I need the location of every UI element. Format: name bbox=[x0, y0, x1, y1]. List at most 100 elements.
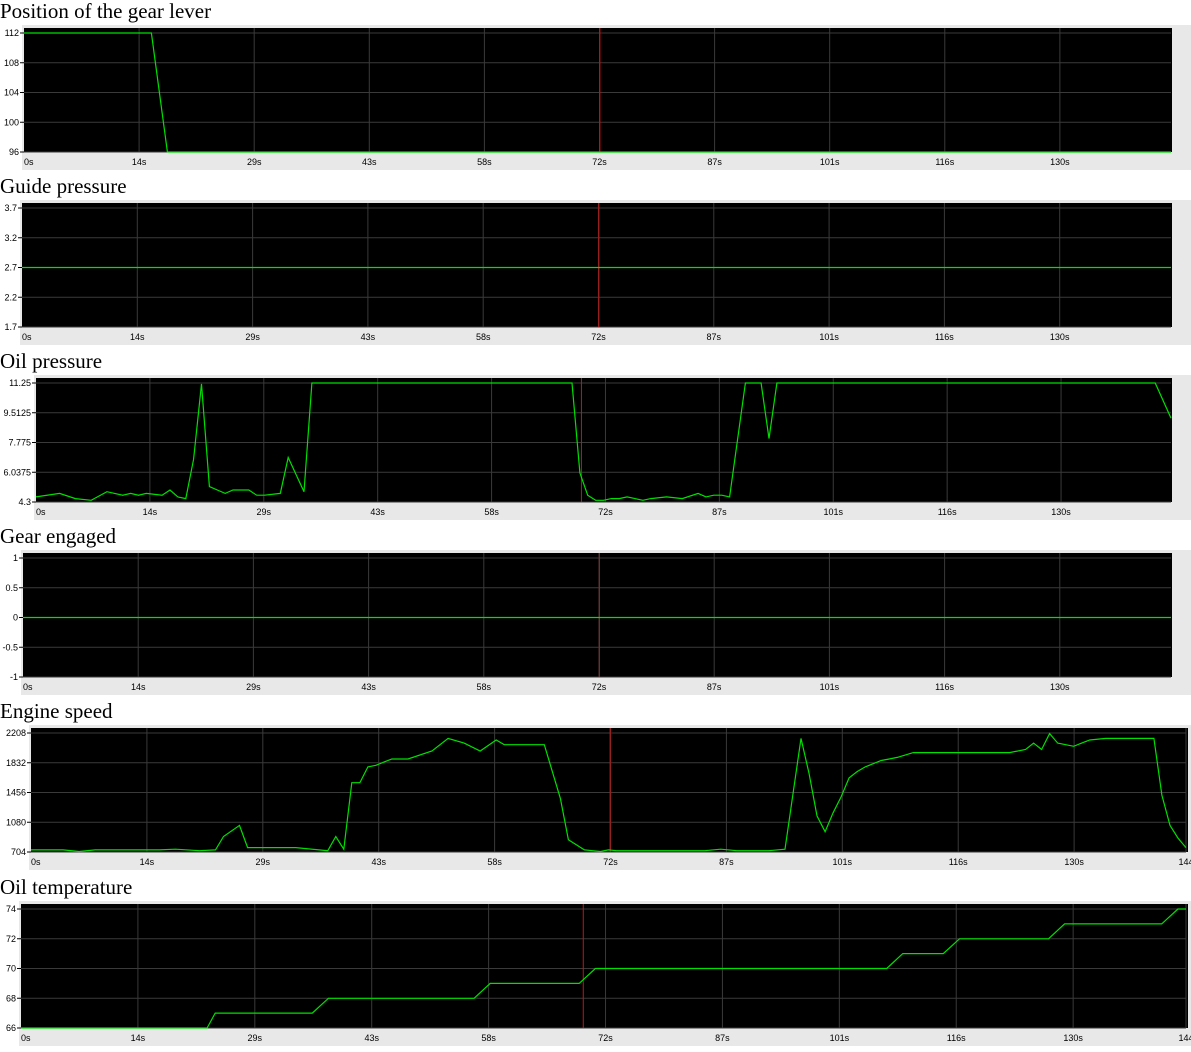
x-tick-label: 116s bbox=[947, 1033, 966, 1043]
x-tick-label: 72s bbox=[592, 157, 607, 167]
chart-title: Gear engaged bbox=[0, 524, 117, 548]
chart-plot: 2208 1832 1456 1080 704 0s 14s 29s 43s 58s 72s 87s 1… bbox=[6, 725, 1191, 870]
x-tick-label: 116s bbox=[935, 157, 954, 167]
x-tick-label: 72s bbox=[598, 1033, 613, 1043]
x-tick-label: 101s bbox=[823, 507, 843, 517]
x-tick-label: 130s bbox=[1050, 682, 1070, 692]
x-tick-label: 116s bbox=[935, 682, 954, 692]
chart-plot: 112 108 104 100 96 0s 14s 29s 43s 58s 72s 87s 101s 11… bbox=[4, 25, 1191, 170]
y-tick-label: 1.7 bbox=[4, 322, 17, 332]
y-tick-label: 1 bbox=[13, 553, 18, 563]
chart-title: Guide pressure bbox=[0, 174, 127, 198]
x-tick-label: 0s bbox=[21, 1033, 31, 1043]
y-tick-label: 74 bbox=[6, 904, 16, 914]
x-tick-label: 29s bbox=[257, 507, 272, 517]
y-tick-label: 96 bbox=[9, 147, 19, 157]
chart-title: Engine speed bbox=[0, 699, 113, 723]
x-tick-label: 58s bbox=[481, 1033, 496, 1043]
chart-panel-oil-pressure: Oil pressure 11.25 9.5125 7.775 6.0375 4.3 0s… bbox=[0, 350, 1191, 525]
x-tick-label: 14s bbox=[140, 857, 155, 867]
x-tick-label: 29s bbox=[245, 332, 260, 342]
x-tick-label: 14s bbox=[132, 157, 147, 167]
chart-panel-gear-lever: Position of the gear lever 112 108 104 100 9… bbox=[0, 0, 1191, 175]
x-tick-label: 29s bbox=[246, 682, 261, 692]
y-tick-label: 108 bbox=[4, 58, 19, 68]
y-tick-label: 4.3 bbox=[18, 497, 31, 507]
x-tick-label: 14s bbox=[131, 1033, 146, 1043]
x-tick-label: 14s bbox=[143, 507, 158, 517]
y-tick-label: 66 bbox=[6, 1023, 16, 1033]
x-tick-label: 0s bbox=[31, 857, 41, 867]
x-tick-label: 144 bbox=[1178, 857, 1191, 867]
x-tick-label: 87s bbox=[707, 682, 722, 692]
x-tick-label: 87s bbox=[712, 507, 727, 517]
x-tick-label: 116s bbox=[949, 857, 968, 867]
x-tick-label: 116s bbox=[938, 507, 957, 517]
x-tick-label: 101s bbox=[833, 857, 853, 867]
x-tick-label: 58s bbox=[484, 507, 499, 517]
chart-plot: 11.25 9.5125 7.775 6.0375 4.3 0s 14s 29s 43s 58s 7… bbox=[3, 375, 1191, 520]
y-tick-label: 100 bbox=[4, 117, 19, 127]
x-tick-label: 130s bbox=[1063, 1033, 1083, 1043]
y-tick-label: 704 bbox=[11, 847, 26, 857]
y-tick-label: -0.5 bbox=[2, 642, 18, 652]
x-tick-label: 58s bbox=[477, 157, 492, 167]
y-tick-label: 70 bbox=[6, 964, 16, 974]
y-tick-label: 2208 bbox=[6, 728, 26, 738]
x-tick-label: 58s bbox=[476, 332, 491, 342]
x-tick-label: 72s bbox=[598, 507, 613, 517]
x-tick-label: 29s bbox=[248, 1033, 263, 1043]
chart-plot: 3.7 3.2 2.7 2.2 1.7 0s 14s 29s 43s 58s 72s 87s 101s 1… bbox=[4, 200, 1191, 345]
chart-panel-gear-engaged: Gear engaged 1 0.5 0 -0.5 -1 0s 14s 29s 43s 58s 72… bbox=[0, 525, 1191, 700]
x-tick-label: 58s bbox=[487, 857, 502, 867]
x-tick-label: 130s bbox=[1051, 507, 1071, 517]
plot-background bbox=[23, 553, 1172, 677]
x-tick-label: 116s bbox=[935, 332, 954, 342]
x-tick-label: 0s bbox=[36, 507, 46, 517]
x-tick-label: 87s bbox=[707, 332, 722, 342]
y-tick-label: 2.7 bbox=[4, 263, 17, 273]
y-tick-label: 1080 bbox=[6, 817, 26, 827]
x-tick-label: 72s bbox=[603, 857, 618, 867]
x-tick-label: 130s bbox=[1064, 857, 1084, 867]
x-tick-label: 130s bbox=[1050, 157, 1070, 167]
x-tick-label: 58s bbox=[477, 682, 492, 692]
y-tick-label: 2.2 bbox=[4, 292, 17, 302]
x-tick-label: 0s bbox=[23, 682, 33, 692]
x-tick-label: 43s bbox=[370, 507, 385, 517]
x-tick-label: 101s bbox=[830, 1033, 850, 1043]
plot-background bbox=[24, 28, 1172, 152]
y-tick-label: 3.7 bbox=[4, 203, 17, 213]
y-tick-label: 7.775 bbox=[8, 438, 31, 448]
plot-background bbox=[21, 904, 1188, 1028]
y-tick-label: 9.5125 bbox=[3, 408, 31, 418]
plot-background bbox=[22, 203, 1172, 327]
x-tick-label: 14s bbox=[131, 682, 146, 692]
y-tick-label: 112 bbox=[5, 28, 19, 38]
chart-title: Oil pressure bbox=[0, 349, 103, 373]
chart-plot: 1 0.5 0 -0.5 -1 0s 14s 29s 43s 58s 72s 87s 101s 116s 1… bbox=[2, 550, 1191, 695]
x-tick-label: 0s bbox=[22, 332, 32, 342]
y-tick-label: 104 bbox=[4, 88, 19, 98]
plot-background bbox=[31, 728, 1188, 852]
chart-panel-guide-pressure: Guide pressure 3.7 3.2 2.7 2.2 1.7 0s 14s 29s 43… bbox=[0, 175, 1191, 350]
y-tick-label: 72 bbox=[6, 934, 16, 944]
x-tick-label: 130s bbox=[1050, 332, 1070, 342]
y-tick-label: 1832 bbox=[6, 758, 26, 768]
y-tick-label: 3.2 bbox=[4, 233, 17, 243]
y-tick-label: -1 bbox=[10, 672, 18, 682]
x-tick-label: 14s bbox=[130, 332, 145, 342]
y-tick-label: 11.25 bbox=[9, 378, 31, 388]
x-tick-label: 101s bbox=[819, 332, 839, 342]
x-tick-label: 29s bbox=[247, 157, 262, 167]
y-tick-label: 0 bbox=[13, 613, 18, 623]
y-tick-label: 6.0375 bbox=[3, 467, 31, 477]
x-tick-label: 43s bbox=[371, 857, 386, 867]
chart-panel-engine-speed: Engine speed 2208 1832 1456 1080 704 0s 14s 29s… bbox=[0, 700, 1191, 875]
x-tick-label: 87s bbox=[715, 1033, 730, 1043]
x-tick-label: 0s bbox=[24, 157, 34, 167]
x-tick-label: 101s bbox=[820, 157, 840, 167]
chart-plot: 74 72 70 68 66 0s 14s 29s 43s 58s 72s 87s 101s 116s 13… bbox=[6, 901, 1191, 1046]
x-tick-label: 43s bbox=[361, 332, 376, 342]
x-tick-label: 87s bbox=[719, 857, 734, 867]
